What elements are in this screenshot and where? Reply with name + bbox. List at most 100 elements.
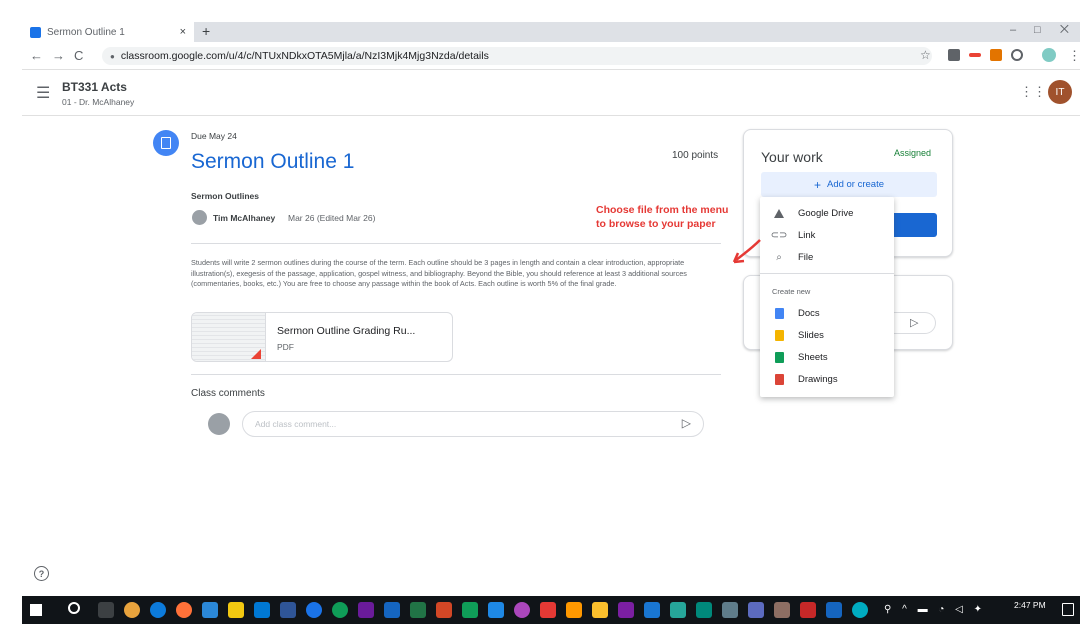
extension-icon[interactable] [948, 49, 960, 61]
app-icon[interactable] [774, 602, 790, 618]
reload-icon[interactable]: C [74, 48, 83, 63]
attachment-type: PDF [277, 342, 294, 352]
forward-icon[interactable]: → [52, 48, 65, 63]
word-icon[interactable] [280, 602, 296, 618]
classroom-header: ☰ BT331 Acts 01 - Dr. McAlhaney ⋮⋮⋮ IT [22, 72, 1080, 116]
hamburger-menu-icon[interactable]: ☰ [36, 83, 50, 103]
vlc-icon[interactable] [566, 602, 582, 618]
slides-icon [760, 329, 798, 341]
notification-icon[interactable] [1062, 603, 1074, 616]
acrobat-icon[interactable] [540, 602, 556, 618]
course-subtitle: 01 - Dr. McAlhaney [62, 97, 135, 107]
browser-tab-bar: Sermon Outline 1 × + – □ ⨉ [22, 22, 1080, 42]
menu-divider [760, 273, 894, 274]
firefox-icon[interactable] [176, 602, 192, 618]
app-icon[interactable] [306, 602, 322, 618]
menu-item-sheets[interactable]: Sheets [760, 346, 894, 368]
lock-icon: ● [110, 51, 115, 61]
new-tab-button[interactable]: + [202, 23, 210, 39]
browser-tab[interactable]: Sermon Outline 1 × [22, 22, 194, 42]
attachment-name: Sermon Outline Grading Ru... [277, 325, 416, 337]
plus-icon: + [813, 177, 821, 192]
add-or-create-button[interactable]: + Add or create [761, 172, 937, 197]
mail-icon[interactable] [254, 602, 270, 618]
profile-icon[interactable] [1042, 48, 1056, 62]
app-icon[interactable] [748, 602, 764, 618]
tab-close-icon[interactable]: × [180, 26, 186, 38]
pdf-thumbnail [192, 313, 266, 361]
calculator-icon[interactable] [722, 602, 738, 618]
tab-title: Sermon Outline 1 [47, 26, 125, 38]
app-icon[interactable] [488, 602, 504, 618]
windows-taskbar: ⚲ ^ ▬ ◔ ◁ ✦ 2:47 PM [22, 596, 1080, 624]
menu-item-drawings[interactable]: Drawings [760, 368, 894, 390]
file-explorer-icon[interactable] [228, 602, 244, 618]
course-title[interactable]: BT331 Acts [62, 80, 127, 94]
browser-toolbar: ← → C ● classroom.google.com/u/4/c/NTUxN… [22, 42, 1081, 70]
menu-item-docs[interactable]: Docs [760, 302, 894, 324]
app-icon[interactable] [618, 602, 634, 618]
back-icon[interactable]: ← [30, 48, 43, 63]
windows-start-icon[interactable] [30, 604, 42, 616]
app-icon[interactable] [826, 602, 842, 618]
extension-icon[interactable] [1011, 49, 1023, 61]
app-icon[interactable] [358, 602, 374, 618]
due-date: Due May 24 [191, 131, 237, 141]
page-title: Sermon Outline 1 [191, 150, 355, 173]
app-icon[interactable] [670, 602, 686, 618]
app-icon[interactable] [332, 602, 348, 618]
add-or-create-label: Add or create [826, 179, 885, 190]
class-comment-input[interactable] [255, 419, 655, 429]
star-icon[interactable]: ☆ [920, 48, 931, 62]
extension-icon[interactable] [990, 49, 1002, 61]
app-icon[interactable] [800, 602, 816, 618]
your-work-title: Your work [761, 149, 823, 165]
edge-icon[interactable] [150, 602, 166, 618]
more-vert-icon[interactable]: ⋮ [1068, 48, 1081, 64]
post-date: Mar 26 (Edited Mar 26) [288, 213, 376, 223]
menu-item-label: Sheets [798, 351, 828, 363]
avatar [208, 413, 230, 435]
app-icon[interactable] [462, 602, 478, 618]
send-icon[interactable]: ▷ [894, 312, 936, 334]
send-icon[interactable]: ▷ [682, 416, 691, 430]
extension-icon[interactable] [969, 53, 981, 57]
app-icon[interactable] [384, 602, 400, 618]
pdf-icon [251, 349, 261, 359]
help-icon[interactable]: ? [34, 566, 49, 581]
search-icon[interactable] [68, 602, 80, 614]
avatar[interactable]: IT [1048, 80, 1072, 104]
app-icon[interactable] [644, 602, 660, 618]
attachment-card[interactable]: Sermon Outline Grading Ru... PDF [191, 312, 453, 362]
restore-icon[interactable]: □ [1034, 24, 1041, 36]
menu-item-file[interactable]: ⌕ File [760, 246, 894, 268]
assignment-description: Students will write 2 sermon outlines du… [191, 258, 687, 288]
app-icon[interactable] [852, 602, 868, 618]
app-icon[interactable] [696, 602, 712, 618]
author-avatar [192, 210, 207, 225]
minimize-icon[interactable]: – [1010, 24, 1016, 36]
menu-item-google-drive[interactable]: Google Drive [760, 202, 894, 224]
instruction-annotation: Choose file from the menu to browse to y… [596, 204, 729, 230]
points-label: 100 points [672, 150, 719, 161]
excel-icon[interactable] [410, 602, 426, 618]
task-view-icon[interactable] [98, 602, 114, 618]
drawings-icon [760, 373, 798, 385]
divider [191, 243, 721, 244]
class-comment-box: ▷ [242, 411, 704, 437]
chrome-icon[interactable] [124, 602, 140, 618]
store-icon[interactable] [202, 602, 218, 618]
powerpoint-icon[interactable] [436, 602, 452, 618]
menu-item-link[interactable]: ⊂⊃ Link [760, 224, 894, 246]
close-window-icon[interactable]: ⨉ [1060, 24, 1069, 37]
mark-as-done-button[interactable] [889, 213, 937, 237]
app-icon[interactable] [514, 602, 530, 618]
app-icon[interactable] [592, 602, 608, 618]
drive-icon [760, 208, 798, 218]
menu-item-label: Drawings [798, 373, 838, 385]
address-bar[interactable]: ● classroom.google.com/u/4/c/NTUxNDkxOTA… [102, 47, 932, 65]
menu-item-label: Docs [798, 307, 820, 319]
taskbar-clock[interactable]: 2:47 PM [1014, 600, 1046, 610]
system-tray-icons[interactable]: ⚲ ^ ▬ ◔ ◁ ✦ [884, 604, 986, 615]
menu-item-slides[interactable]: Slides [760, 324, 894, 346]
